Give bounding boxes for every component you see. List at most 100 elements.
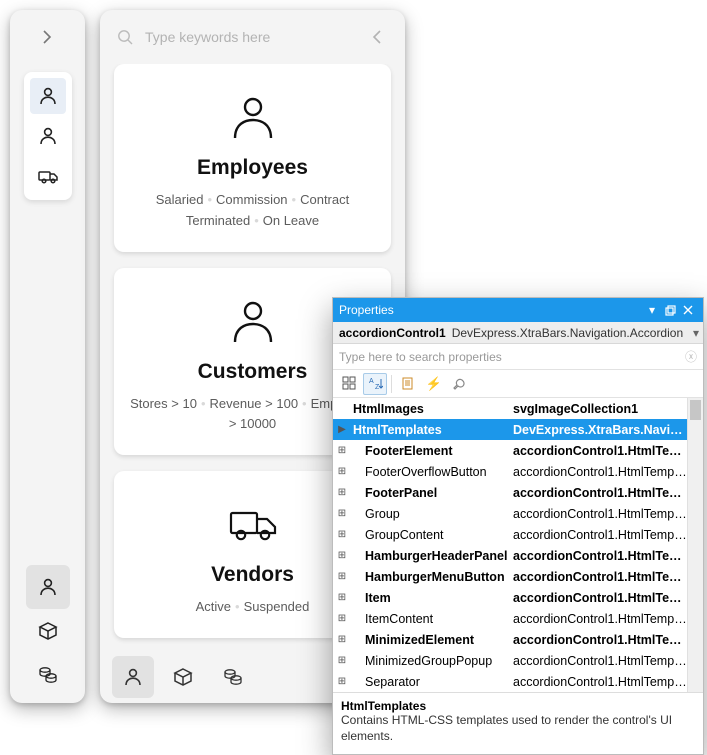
property-name: GroupContent — [351, 528, 509, 542]
card-sub-item[interactable]: Active — [196, 599, 231, 614]
expand-glyph[interactable]: ▶ — [333, 424, 351, 435]
property-value[interactable]: accordionControl1.HtmlTemplat — [509, 570, 687, 584]
card-sub-item[interactable]: Salaried — [156, 192, 204, 207]
collapse-button[interactable] — [367, 26, 389, 48]
object-selector[interactable]: accordionControl1 DevExpress.XtraBars.Na… — [333, 322, 703, 344]
scrollbar[interactable] — [687, 398, 703, 692]
property-name: HamburgerMenuButton — [351, 570, 509, 584]
accordion-header: Type keywords here — [100, 10, 405, 64]
property-row[interactable]: ⊞MinimizedElementaccordionControl1.HtmlT… — [333, 629, 703, 650]
property-value[interactable]: accordionControl1.HtmlTemplates. — [509, 612, 687, 626]
expand-glyph[interactable]: ⊞ — [333, 655, 351, 666]
property-name: ItemContent — [351, 612, 509, 626]
property-value[interactable]: svgImageCollection1 — [509, 402, 687, 416]
expand-glyph[interactable]: ⊞ — [333, 613, 351, 624]
properties-titlebar[interactable]: Properties ▾ — [333, 298, 703, 322]
property-row[interactable]: ⊞HamburgerMenuButtonaccordionControl1.Ht… — [333, 566, 703, 587]
events-button[interactable]: ⚡ — [422, 373, 446, 395]
footer-item-people[interactable] — [26, 565, 70, 609]
expand-glyph[interactable]: ⊞ — [333, 676, 351, 687]
property-row[interactable]: ⊞ItemaccordionControl1.HtmlTemplat — [333, 587, 703, 608]
property-row[interactable]: ⊞SeparatoraccordionControl1.HtmlTemplate… — [333, 671, 703, 692]
expand-glyph[interactable]: ⊞ — [333, 445, 351, 456]
card-sub-item[interactable]: Revenue > 100 — [210, 396, 299, 411]
svg-text:Z: Z — [375, 384, 380, 391]
svg-text:A: A — [369, 378, 374, 385]
property-grid[interactable]: HtmlImagessvgImageCollection1▶HtmlTempla… — [333, 398, 703, 692]
property-value[interactable]: accordionControl1.HtmlTemplat — [509, 549, 687, 563]
properties-search[interactable]: Type here to search properties ⓧ — [333, 344, 703, 370]
property-name: MinimizedGroupPopup — [351, 654, 509, 668]
accordion-card[interactable]: EmployeesSalaried•Commission•ContractTer… — [114, 64, 391, 252]
dropdown-icon[interactable]: ▾ — [689, 326, 703, 340]
property-row[interactable]: ⊞FooterOverflowButtonaccordionControl1.H… — [333, 461, 703, 482]
card-sub-item[interactable]: On Leave — [263, 213, 319, 228]
hamburger-item-vendors[interactable] — [30, 158, 66, 194]
expand-glyph[interactable]: ⊞ — [333, 571, 351, 582]
property-value[interactable]: accordionControl1.HtmlTemplates. — [509, 528, 687, 542]
scrollbar-thumb[interactable] — [690, 400, 701, 420]
property-value[interactable]: accordionControl1.HtmlTemplates. — [509, 465, 687, 479]
property-name: Separator — [351, 675, 509, 689]
property-row[interactable]: ⊞HamburgerHeaderPanelaccordionControl1.H… — [333, 545, 703, 566]
expand-glyph[interactable]: ⊞ — [333, 550, 351, 561]
property-row[interactable]: ▶HtmlTemplatesDevExpress.XtraBars.Naviga… — [333, 419, 703, 440]
footer-item-box[interactable] — [26, 609, 70, 653]
property-value[interactable]: accordionControl1.HtmlTemplat — [509, 444, 687, 458]
expand-glyph[interactable]: ⊞ — [333, 508, 351, 519]
property-row[interactable]: ⊞GroupaccordionControl1.HtmlTemplates. — [333, 503, 703, 524]
expand-glyph[interactable]: ⊞ — [333, 487, 351, 498]
window-menu-icon[interactable]: ▾ — [643, 301, 661, 319]
footer-item-coins[interactable] — [26, 653, 70, 697]
person-icon — [122, 666, 144, 688]
property-name: Group — [351, 507, 509, 521]
property-name: FooterElement — [351, 444, 509, 458]
person-icon — [37, 576, 59, 598]
property-value[interactable]: accordionControl1.HtmlTemplat — [509, 486, 687, 500]
property-value[interactable]: accordionControl1.HtmlTemplates. — [509, 675, 687, 689]
expand-glyph[interactable]: ⊞ — [333, 592, 351, 603]
property-value[interactable]: accordionControl1.HtmlTemplates. — [509, 654, 687, 668]
property-row[interactable]: ⊞FooterElementaccordionControl1.HtmlTemp… — [333, 440, 703, 461]
card-title: Employees — [128, 156, 377, 180]
property-name: FooterOverflowButton — [351, 465, 509, 479]
property-row[interactable]: ⊞MinimizedGroupPopupaccordionControl1.Ht… — [333, 650, 703, 671]
hamburger-item-customers[interactable] — [30, 118, 66, 154]
property-name: HtmlImages — [351, 402, 509, 416]
search-input[interactable]: Type keywords here — [145, 29, 357, 45]
expand-glyph[interactable]: ⊞ — [333, 634, 351, 645]
property-row[interactable]: ⊞GroupContentaccordionControl1.HtmlTempl… — [333, 524, 703, 545]
properties-title: Properties — [339, 303, 643, 317]
hamburger-item-employees[interactable] — [30, 78, 66, 114]
property-value[interactable]: accordionControl1.HtmlTemplat — [509, 633, 687, 647]
alphabetical-button[interactable]: AZ — [363, 373, 387, 395]
close-icon[interactable] — [679, 301, 697, 319]
card-sub-item[interactable]: Commission — [216, 192, 288, 207]
expand-glyph[interactable]: ⊞ — [333, 529, 351, 540]
expand-glyph[interactable]: ⊞ — [333, 466, 351, 477]
footer-button-people[interactable] — [112, 656, 154, 698]
card-sub-item[interactable]: Suspended — [244, 599, 310, 614]
property-row[interactable]: HtmlImagessvgImageCollection1 — [333, 398, 703, 419]
clear-search-icon[interactable]: ⓧ — [685, 348, 697, 365]
property-row[interactable]: ⊞ItemContentaccordionControl1.HtmlTempla… — [333, 608, 703, 629]
expand-button[interactable] — [21, 20, 75, 54]
wrench-button[interactable] — [448, 373, 472, 395]
card-sub-item[interactable]: Stores > 10 — [130, 396, 197, 411]
footer-button-coins[interactable] — [212, 656, 254, 698]
card-sub-item[interactable]: Terminated — [186, 213, 250, 228]
property-value[interactable]: accordionControl1.HtmlTemplat — [509, 591, 687, 605]
property-row[interactable]: ⊞FooterPanelaccordionControl1.HtmlTempla… — [333, 482, 703, 503]
property-value[interactable]: DevExpress.XtraBars.Navigati… — [509, 423, 687, 437]
categorized-button[interactable] — [337, 373, 361, 395]
hamburger-panel — [10, 10, 85, 703]
card-sub-item[interactable]: Contract — [300, 192, 349, 207]
footer-button-box[interactable] — [162, 656, 204, 698]
object-type: DevExpress.XtraBars.Navigation.Accordion — [452, 326, 689, 340]
object-name: accordionControl1 — [333, 326, 452, 340]
property-value[interactable]: accordionControl1.HtmlTemplates. — [509, 507, 687, 521]
property-pages-button[interactable] — [396, 373, 420, 395]
window-restore-icon[interactable] — [661, 301, 679, 319]
person-icon — [37, 125, 59, 147]
property-name: MinimizedElement — [351, 633, 509, 647]
